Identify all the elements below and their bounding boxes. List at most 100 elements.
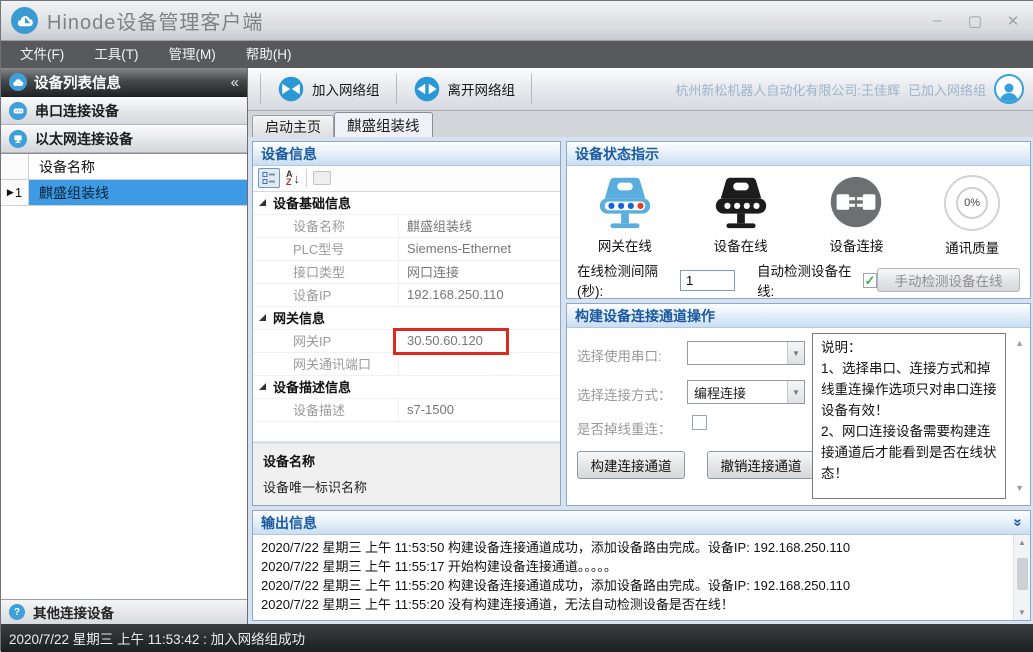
device-name-cell[interactable]: 麒盛组装线 [29, 180, 247, 205]
menu-tools[interactable]: 工具(T) [79, 41, 153, 68]
toolbar-separator [531, 74, 532, 104]
scroll-down-icon[interactable]: ▼ [1014, 605, 1030, 620]
note-scroll-down-icon[interactable]: ▼ [1015, 483, 1024, 493]
gateway-router-icon [594, 171, 656, 233]
log-line: 2020/7/22 星期三 上午 11:55:17 开始构建设备连接通道。。。。… [261, 557, 1022, 576]
quality-value: 0% [956, 187, 988, 219]
quality-ring-icon: 0% [944, 175, 1000, 231]
maximize-button[interactable]: ▢ [964, 12, 986, 30]
tab-strip: 启动主页 麒盛组装线 [248, 111, 1033, 137]
device-table: 设备名称 ▶ 1 麒盛组装线 [1, 153, 247, 599]
main-region: 加入网络组 离开网络组 杭州新松机器人自动化有限公司:王佳辉 已加入网络组 启动… [248, 68, 1033, 624]
dropdown-arrow-icon[interactable]: ▼ [787, 381, 804, 403]
menu-manage[interactable]: 管理(M) [154, 41, 231, 68]
serial-port-icon [9, 102, 27, 120]
row-index: 1 [15, 185, 22, 200]
property-row[interactable]: 设备名称麒盛组装线 [253, 215, 560, 238]
device-router-icon [710, 171, 772, 233]
sidebar-item-label: 串口连接设备 [35, 101, 119, 121]
property-row[interactable]: PLC型号Siemens-Ethernet [253, 238, 560, 261]
property-pages-button[interactable] [313, 171, 331, 185]
plug-connector-icon [825, 171, 887, 233]
log-line: 2020/7/22 星期三 上午 11:53:50 构建设备连接通道成功，添加设… [261, 538, 1022, 557]
property-category[interactable]: 设备基础信息 [253, 192, 560, 215]
dropdown-arrow-icon[interactable]: ▼ [787, 342, 804, 364]
description-text: 设备唯一标识名称 [263, 477, 550, 496]
description-title: 设备名称 [263, 451, 550, 470]
toolbar-separator [396, 74, 397, 104]
scroll-up-icon[interactable]: ▲ [1014, 535, 1030, 550]
property-row[interactable]: 网关通讯端口 [253, 353, 560, 376]
device-list-icon [9, 73, 27, 91]
application-window: Hinode设备管理客户端 – ▢ ✕ 文件(F) 工具(T) 管理(M) 帮助… [0, 0, 1033, 651]
device-status-panel: 设备状态指示 [566, 141, 1031, 299]
join-network-label: 加入网络组 [312, 79, 380, 99]
row-marker-icon: ▶ [7, 187, 14, 198]
output-panel-header: 输出信息 » [253, 511, 1030, 535]
menu-help[interactable]: 帮助(H) [231, 41, 307, 68]
sidebar-item-serial-devices[interactable]: 串口连接设备 [1, 97, 247, 125]
output-collapse-icon[interactable]: » [1009, 518, 1026, 526]
revoke-channel-button[interactable]: 撤销连接通道 [707, 451, 815, 479]
interval-label: 在线检测间隔(秒): [577, 260, 674, 300]
leave-network-group-button[interactable]: 离开网络组 [403, 71, 526, 107]
categorize-button[interactable] [258, 168, 280, 188]
auto-check-label: 自动检测设备在线: [757, 260, 858, 300]
connect-mode-combobox[interactable]: 编程连接 ▼ [687, 380, 805, 404]
title-bar: Hinode设备管理客户端 – ▢ ✕ [1, 1, 1033, 41]
property-row[interactable]: 设备描述s7-1500 [253, 399, 560, 422]
auto-check-checkbox[interactable]: ✓ [863, 273, 877, 288]
sidebar-item-other-devices[interactable]: ? 其他连接设备 [1, 599, 247, 624]
detection-settings-row: 在线检测间隔(秒): 自动检测设备在线: ✓ 手动检测设备在线 [567, 264, 1030, 296]
sort-z-glyph: Z [286, 178, 293, 186]
reconnect-checkbox[interactable] [692, 415, 707, 430]
close-button[interactable]: ✕ [1002, 12, 1024, 30]
note-title: 说明： [821, 337, 997, 358]
leave-network-icon [413, 75, 441, 103]
leave-network-label: 离开网络组 [448, 79, 516, 99]
sidebar-collapse-icon[interactable]: « [231, 74, 239, 91]
interval-input[interactable] [680, 270, 735, 291]
minimize-button[interactable]: – [926, 12, 948, 30]
reconnect-label: 是否掉线重连： [577, 418, 672, 438]
connect-mode-value: 编程连接 [688, 381, 787, 403]
channel-operations-panel: 构建设备连接通道操作 选择使用串口: ▼ 选择连接方式： 编程连接 ▼ [566, 303, 1031, 506]
manual-check-button[interactable]: 手动检测设备在线 [877, 268, 1020, 292]
alphabetical-sort-button[interactable]: A Z ↓ [286, 170, 300, 186]
scrollbar-thumb[interactable] [1017, 558, 1028, 590]
tab-device[interactable]: 麒盛组装线 [334, 112, 433, 137]
property-row[interactable]: 接口类型网口连接 [253, 261, 560, 284]
menu-file[interactable]: 文件(F) [5, 41, 79, 68]
tab-home[interactable]: 启动主页 [252, 115, 334, 137]
serial-port-value [688, 342, 787, 364]
log-line: 2020/7/22 星期三 上午 11:55:20 构建设备连接通道成功，添加设… [261, 576, 1022, 595]
build-channel-button[interactable]: 构建连接通道 [577, 451, 685, 479]
property-grid-toolbar: A Z ↓ [253, 166, 560, 192]
expander-icon [259, 314, 266, 321]
sidebar-title: 设备列表信息 [34, 72, 121, 93]
sidebar-item-label: 其他连接设备 [33, 602, 114, 622]
sidebar-item-label: 以太网连接设备 [35, 129, 133, 149]
device-online-indicator: 设备在线 [686, 171, 796, 255]
device-status-header: 设备状态指示 [567, 142, 1030, 166]
ethernet-icon [9, 130, 27, 148]
property-category[interactable]: 网关信息 [253, 307, 560, 330]
status-bar-text: 2020/7/22 星期三 上午 11:53:42 : 加入网络组成功 [9, 628, 305, 648]
device-table-row[interactable]: ▶ 1 麒盛组装线 [1, 180, 247, 206]
property-category[interactable]: 设备描述信息 [253, 376, 560, 399]
property-row[interactable]: 设备IP192.168.250.110 [253, 284, 560, 307]
device-list-sidebar: 设备列表信息 « 串口连接设备 以太网连接设备 设备名称 ▶ 1 [1, 68, 248, 624]
property-description-pane: 设备名称 设备唯一标识名称 [253, 441, 560, 505]
join-network-group-button[interactable]: 加入网络组 [267, 71, 390, 107]
gateway-online-indicator: 网关在线 [570, 171, 680, 255]
property-grid: 设备基础信息 设备名称麒盛组装线 PLC型号Siemens-Ethernet 接… [253, 192, 560, 441]
indicator-label: 网关在线 [598, 235, 652, 255]
other-devices-icon: ? [9, 604, 25, 620]
sidebar-item-ethernet-devices[interactable]: 以太网连接设备 [1, 125, 247, 153]
row-header-gutter [1, 154, 29, 179]
device-info-panel: 设备信息 A Z ↓ [252, 141, 561, 506]
user-avatar [994, 74, 1024, 104]
note-scroll-up-icon[interactable]: ▲ [1015, 338, 1024, 348]
output-scrollbar[interactable]: ▲ ▼ [1013, 535, 1030, 620]
serial-port-combobox[interactable]: ▼ [687, 341, 805, 365]
